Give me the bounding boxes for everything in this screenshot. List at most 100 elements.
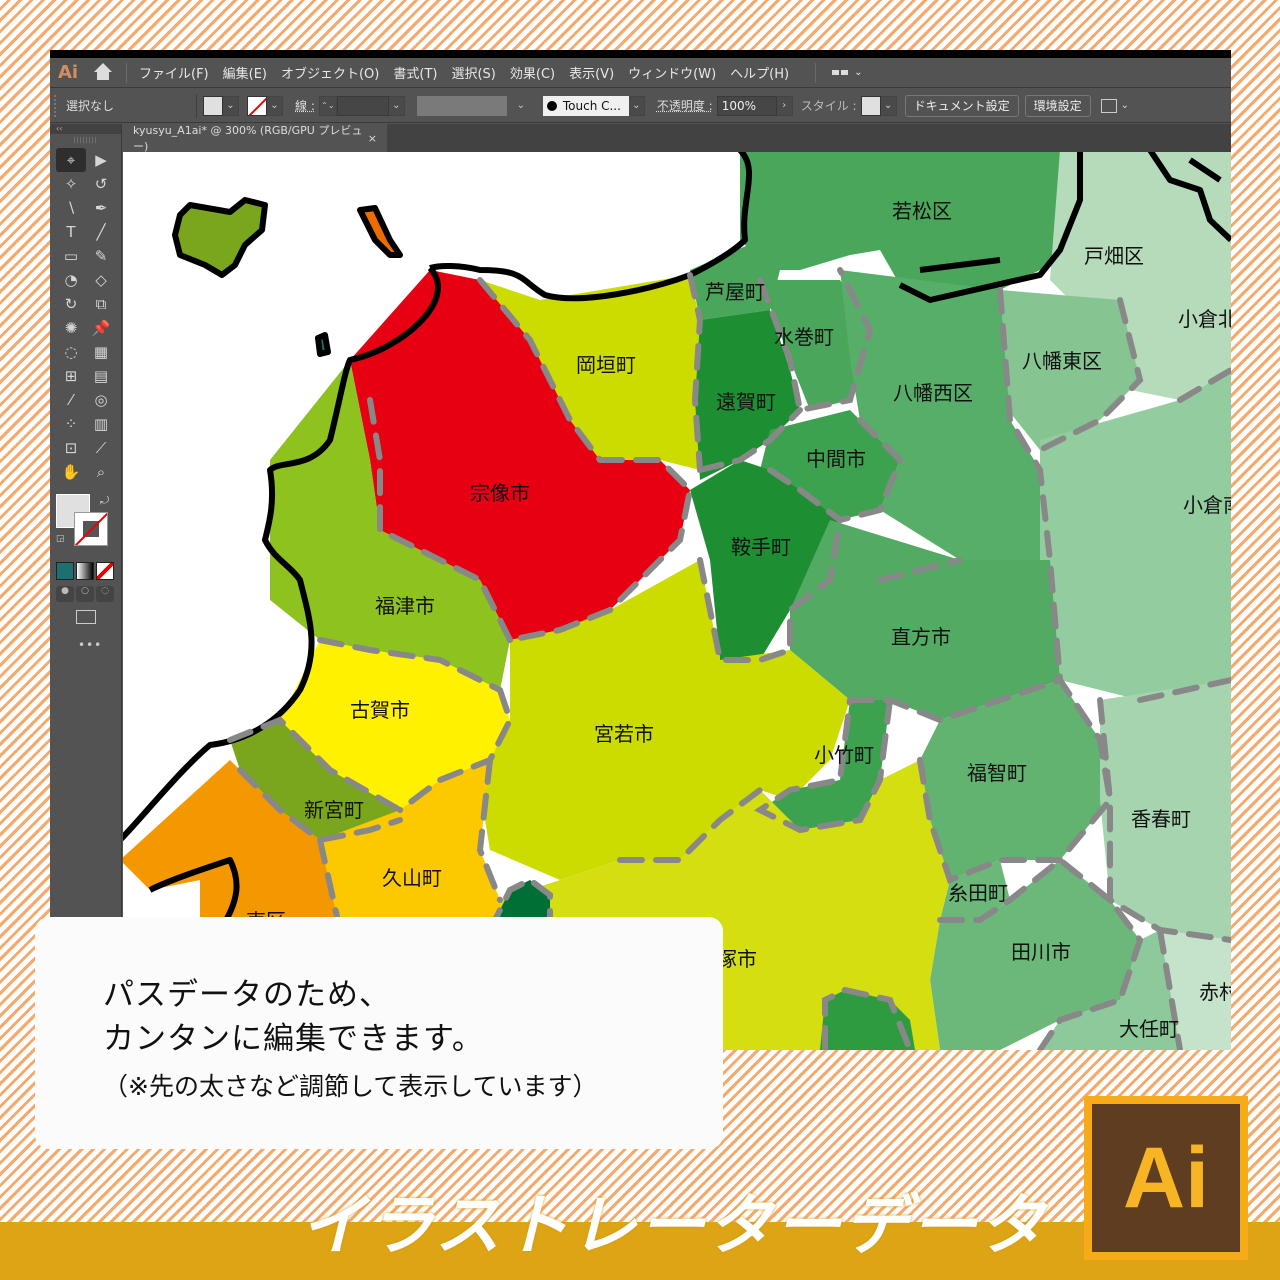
menu-window[interactable]: ウィンドウ(W) xyxy=(628,63,716,82)
rectangle-tool-icon[interactable]: ▭ xyxy=(56,244,86,268)
edit-toolbar-icon[interactable]: ••• xyxy=(78,638,121,652)
label-kokuraminami: 小倉南区 xyxy=(1183,493,1231,517)
opacity-arrow[interactable]: › xyxy=(776,95,793,116)
fill-swatch[interactable] xyxy=(203,95,223,116)
screen-mode-icon[interactable] xyxy=(76,610,96,624)
symbol-sprayer-tool-icon[interactable]: ⁘ xyxy=(56,412,86,436)
menu-help[interactable]: ヘルプ(H) xyxy=(730,63,789,82)
label-tagawa: 田川市 xyxy=(1011,940,1071,964)
type-tool-icon[interactable]: T xyxy=(56,220,86,244)
menu-bar: Ai ファイル(F) 編集(E) オブジェクト(O) 書式(T) 選択(S) 効… xyxy=(50,58,1231,88)
brush-name: Touch C... xyxy=(562,98,621,113)
preferences-button[interactable]: 環境設定 xyxy=(1024,94,1091,117)
stroke-weight-field[interactable] xyxy=(336,95,389,116)
grip-handle[interactable] xyxy=(54,94,58,117)
info-card: パスデータのため、 カンタンに編集できます。 （※先の太さなど調節して表示してい… xyxy=(35,917,723,1149)
illustrator-logo-icon: Ai xyxy=(1092,1104,1240,1252)
eraser-tool-icon[interactable]: ◇ xyxy=(86,268,116,292)
perspective-grid-tool-icon[interactable]: ▦ xyxy=(86,340,116,364)
eyedropper-tool-icon[interactable]: ⁄ xyxy=(56,388,86,412)
lasso-tool-icon[interactable]: ↺ xyxy=(86,172,116,196)
control-bar: 選択なし ⌄ ⌄ 線 : ⌃⌄ ⌄ ⌄ Touch C... ⌄ 不透明度 : … xyxy=(50,89,1231,123)
menu-select[interactable]: 選択(S) xyxy=(451,63,495,82)
stroke-weight-dropdown[interactable]: ⌄ xyxy=(388,95,405,116)
fill-stroke-control: ⤾ ◲ xyxy=(56,494,121,558)
stroke-color-box[interactable] xyxy=(74,512,108,546)
label-oto: 大任町 xyxy=(1119,1017,1179,1041)
none-mode-icon[interactable] xyxy=(96,562,114,580)
label-onga: 遠賀町 xyxy=(716,390,776,414)
chevron-down-icon[interactable]: ⌄ xyxy=(1121,100,1129,111)
brush-definition[interactable]: Touch C... xyxy=(542,95,629,116)
column-graph-tool-icon[interactable]: ▥ xyxy=(86,412,116,436)
style-swatch[interactable] xyxy=(860,95,881,116)
label-shingu: 新宮町 xyxy=(304,798,364,822)
stroke-weight-stepper[interactable]: ⌃⌄ xyxy=(318,95,337,116)
rotate-tool-icon[interactable]: ↻ xyxy=(56,292,86,316)
label-kurate: 鞍手町 xyxy=(731,535,791,559)
slice-tool-icon[interactable]: ⟋ xyxy=(86,436,116,460)
selection-status: 選択なし xyxy=(66,99,115,113)
menu-separator xyxy=(815,62,817,83)
workspace-switcher-icon[interactable] xyxy=(832,70,849,75)
paintbrush-tool-icon[interactable]: ✎ xyxy=(86,244,116,268)
opacity-field[interactable]: 100% xyxy=(716,95,777,116)
magic-wand-tool-icon[interactable]: ✧ xyxy=(56,172,86,196)
draw-normal-icon[interactable]: ● xyxy=(56,586,74,602)
gradient-tool-icon[interactable]: ▤ xyxy=(86,364,116,388)
close-tab-icon[interactable]: × xyxy=(368,132,377,145)
stroke-dropdown[interactable]: ⌄ xyxy=(267,95,283,116)
profile-dropdown[interactable]: ⌄ xyxy=(512,95,529,116)
draw-inside-icon[interactable]: ◌ xyxy=(96,586,114,602)
color-mode-icon[interactable] xyxy=(56,562,74,580)
direct-selection-tool-icon[interactable]: ▶ xyxy=(86,148,116,172)
document-tab[interactable]: kyusyu_A1ai* @ 300% (RGB/GPU プレビュー) × xyxy=(123,124,387,153)
opacity-label[interactable]: 不透明度 : xyxy=(657,97,713,114)
pin-tool-icon[interactable]: 📌 xyxy=(86,316,116,340)
artboard-canvas[interactable]: 若松区 戸畑区 小倉北区 芦屋町 水巻町 八幡東区 八幡西区 岡垣町 遠賀町 中… xyxy=(123,152,1231,1050)
zoom-tool-icon[interactable]: ⌕ xyxy=(86,460,116,484)
brush-dropdown[interactable]: ⌄ xyxy=(628,95,645,116)
line-tool-icon[interactable]: ╱ xyxy=(86,220,116,244)
style-dropdown[interactable]: ⌄ xyxy=(880,95,897,116)
swap-colors-icon[interactable]: ⤾ xyxy=(100,494,109,508)
shape-builder-tool-icon[interactable]: ◌ xyxy=(56,340,86,364)
variable-width-profile[interactable] xyxy=(416,95,507,116)
menu-type[interactable]: 書式(T) xyxy=(393,63,437,82)
blend-tool-icon[interactable]: ◎ xyxy=(86,388,116,412)
menu-effect[interactable]: 効果(C) xyxy=(510,63,555,82)
mesh-tool-icon[interactable]: ⊞ xyxy=(56,364,86,388)
scale-tool-icon[interactable]: ⧉ xyxy=(86,292,116,316)
document-setup-button[interactable]: ドキュメント設定 xyxy=(904,94,1019,117)
label-ashiya: 芦屋町 xyxy=(705,280,765,304)
stroke-label[interactable]: 線 : xyxy=(295,97,315,114)
stroke-swatch[interactable] xyxy=(247,95,267,116)
pen-tool-icon[interactable]: ✒ xyxy=(86,196,116,220)
draw-behind-icon[interactable]: ○ xyxy=(76,586,94,602)
puppet-warp-tool-icon[interactable]: ✺ xyxy=(56,316,86,340)
artboard-tool-icon[interactable]: ⊡ xyxy=(56,436,86,460)
label-nakama: 中間市 xyxy=(806,447,866,471)
selection-tool-icon[interactable]: ⌖ xyxy=(56,148,86,172)
menu-separator xyxy=(126,62,127,83)
menu-edit[interactable]: 編集(E) xyxy=(223,63,267,82)
default-colors-icon[interactable]: ◲ xyxy=(56,534,65,544)
label-fukutsu: 福津市 xyxy=(375,594,435,618)
shaper-tool-icon[interactable]: ◔ xyxy=(56,268,86,292)
menu-object[interactable]: オブジェクト(O) xyxy=(281,63,379,82)
arrange-documents-icon[interactable] xyxy=(1100,98,1117,113)
menu-view[interactable]: 表示(V) xyxy=(569,63,614,82)
tools-panel: ‹‹ |||||||| ⌖ ▶ ✧ ↺ ∖ ✒ T ╱ ▭ ✎ ◔ ◇ ↻ ⧉ … xyxy=(50,124,122,1050)
hand-tool-icon[interactable]: ✋ xyxy=(56,460,86,484)
label-wakamatsu: 若松区 xyxy=(892,199,952,223)
home-icon[interactable] xyxy=(92,62,114,83)
fill-dropdown[interactable]: ⌄ xyxy=(223,95,239,116)
separator xyxy=(196,93,197,118)
collapse-panel-icon[interactable]: ‹‹ xyxy=(50,124,121,134)
panel-grip[interactable]: |||||||| xyxy=(50,134,121,148)
info-line-2: カンタンに編集できます。 xyxy=(103,1021,484,1057)
menu-file[interactable]: ファイル(F) xyxy=(139,63,209,82)
chevron-down-icon[interactable]: ⌄ xyxy=(854,67,862,78)
gradient-mode-icon[interactable] xyxy=(76,562,94,580)
anchor-point-tool-icon[interactable]: ∖ xyxy=(56,196,86,220)
